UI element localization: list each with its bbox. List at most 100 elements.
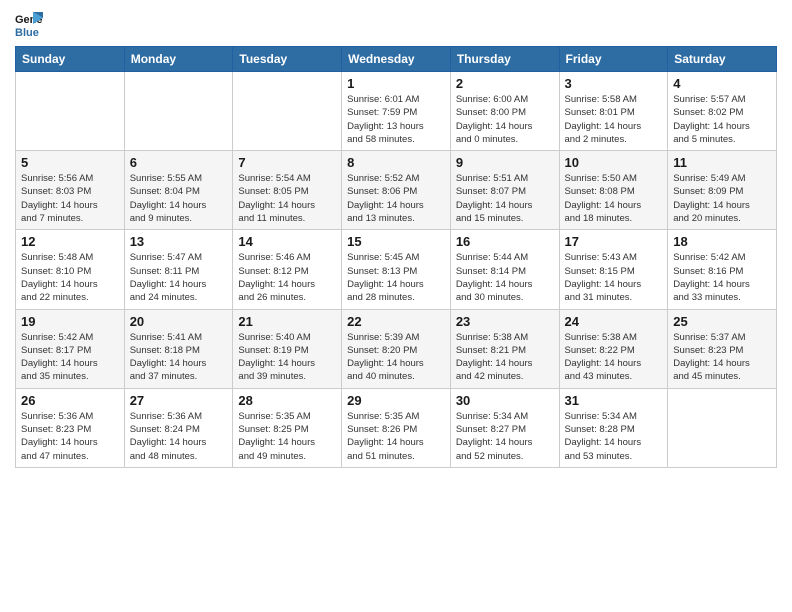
- day-info: Sunrise: 5:43 AM Sunset: 8:15 PM Dayligh…: [565, 251, 663, 304]
- calendar-day-header: Thursday: [450, 47, 559, 72]
- day-info: Sunrise: 6:00 AM Sunset: 8:00 PM Dayligh…: [456, 93, 554, 146]
- calendar-cell: 23 Sunrise: 5:38 AM Sunset: 8:21 PM Dayli…: [450, 309, 559, 388]
- day-info: Sunrise: 5:42 AM Sunset: 8:16 PM Dayligh…: [673, 251, 771, 304]
- calendar-cell: 2 Sunrise: 6:00 AM Sunset: 8:00 PM Daylig…: [450, 72, 559, 151]
- calendar-cell: 1 Sunrise: 6:01 AM Sunset: 7:59 PM Daylig…: [342, 72, 451, 151]
- day-info: Sunrise: 5:42 AM Sunset: 8:17 PM Dayligh…: [21, 331, 119, 384]
- day-number: 17: [565, 234, 663, 249]
- day-number: 3: [565, 76, 663, 91]
- calendar-cell: 30Sunrise: 5:34 AM Sunset: 8:27 PM Dayli…: [450, 388, 559, 467]
- day-info: Sunrise: 5:40 AM Sunset: 8:19 PM Dayligh…: [238, 331, 336, 384]
- day-info: Sunrise: 5:45 AM Sunset: 8:13 PM Dayligh…: [347, 251, 445, 304]
- day-info: Sunrise: 5:36 AM Sunset: 8:23 PM Dayligh…: [21, 410, 119, 463]
- day-number: 12: [21, 234, 119, 249]
- calendar-cell: 24 Sunrise: 5:38 AM Sunset: 8:22 PM Dayli…: [559, 309, 668, 388]
- day-number: 6: [130, 155, 228, 170]
- day-info: Sunrise: 5:58 AM Sunset: 8:01 PM Dayligh…: [565, 93, 663, 146]
- calendar-cell: 12 Sunrise: 5:48 AM Sunset: 8:10 PM Dayli…: [16, 230, 125, 309]
- day-number: 21: [238, 314, 336, 329]
- day-info: Sunrise: 5:35 AM Sunset: 8:25 PM Dayligh…: [238, 410, 336, 463]
- calendar-week-row: 12 Sunrise: 5:48 AM Sunset: 8:10 PM Dayli…: [16, 230, 777, 309]
- calendar-cell: 11 Sunrise: 5:49 AM Sunset: 8:09 PM Dayli…: [668, 151, 777, 230]
- calendar-day-header: Monday: [124, 47, 233, 72]
- calendar-day-header: Saturday: [668, 47, 777, 72]
- day-info: Sunrise: 5:38 AM Sunset: 8:21 PM Dayligh…: [456, 331, 554, 384]
- day-number: 28: [238, 393, 336, 408]
- calendar-cell: [124, 72, 233, 151]
- day-number: 8: [347, 155, 445, 170]
- calendar-cell: 13Sunrise: 5:47 AM Sunset: 8:11 PM Dayli…: [124, 230, 233, 309]
- day-number: 22: [347, 314, 445, 329]
- logo: General Blue: [15, 10, 47, 38]
- calendar-week-row: 26 Sunrise: 5:36 AM Sunset: 8:23 PM Dayli…: [16, 388, 777, 467]
- calendar-cell: 26 Sunrise: 5:36 AM Sunset: 8:23 PM Dayli…: [16, 388, 125, 467]
- day-number: 13: [130, 234, 228, 249]
- calendar-cell: 7 Sunrise: 5:54 AM Sunset: 8:05 PM Daylig…: [233, 151, 342, 230]
- calendar-day-header: Sunday: [16, 47, 125, 72]
- calendar-day-header: Tuesday: [233, 47, 342, 72]
- calendar-cell: 19 Sunrise: 5:42 AM Sunset: 8:17 PM Dayli…: [16, 309, 125, 388]
- calendar-cell: 22 Sunrise: 5:39 AM Sunset: 8:20 PM Dayli…: [342, 309, 451, 388]
- calendar-week-row: 1 Sunrise: 6:01 AM Sunset: 7:59 PM Daylig…: [16, 72, 777, 151]
- day-number: 16: [456, 234, 554, 249]
- calendar-cell: 10Sunrise: 5:50 AM Sunset: 8:08 PM Dayli…: [559, 151, 668, 230]
- day-number: 20: [130, 314, 228, 329]
- calendar-cell: 16 Sunrise: 5:44 AM Sunset: 8:14 PM Dayli…: [450, 230, 559, 309]
- calendar-cell: [233, 72, 342, 151]
- svg-text:Blue: Blue: [15, 27, 39, 38]
- day-info: Sunrise: 5:41 AM Sunset: 8:18 PM Dayligh…: [130, 331, 228, 384]
- calendar-cell: 28 Sunrise: 5:35 AM Sunset: 8:25 PM Dayli…: [233, 388, 342, 467]
- day-info: Sunrise: 5:34 AM Sunset: 8:28 PM Dayligh…: [565, 410, 663, 463]
- day-info: Sunrise: 5:49 AM Sunset: 8:09 PM Dayligh…: [673, 172, 771, 225]
- day-number: 23: [456, 314, 554, 329]
- day-number: 26: [21, 393, 119, 408]
- calendar-cell: 29 Sunrise: 5:35 AM Sunset: 8:26 PM Dayli…: [342, 388, 451, 467]
- day-info: Sunrise: 5:48 AM Sunset: 8:10 PM Dayligh…: [21, 251, 119, 304]
- day-info: Sunrise: 5:57 AM Sunset: 8:02 PM Dayligh…: [673, 93, 771, 146]
- day-number: 9: [456, 155, 554, 170]
- day-info: Sunrise: 5:35 AM Sunset: 8:26 PM Dayligh…: [347, 410, 445, 463]
- day-number: 2: [456, 76, 554, 91]
- calendar-cell: 18 Sunrise: 5:42 AM Sunset: 8:16 PM Dayli…: [668, 230, 777, 309]
- logo-icon: General Blue: [15, 10, 43, 38]
- day-number: 1: [347, 76, 445, 91]
- day-info: Sunrise: 5:52 AM Sunset: 8:06 PM Dayligh…: [347, 172, 445, 225]
- day-number: 11: [673, 155, 771, 170]
- calendar-day-header: Friday: [559, 47, 668, 72]
- day-info: Sunrise: 5:54 AM Sunset: 8:05 PM Dayligh…: [238, 172, 336, 225]
- day-number: 4: [673, 76, 771, 91]
- calendar-cell: 8 Sunrise: 5:52 AM Sunset: 8:06 PM Daylig…: [342, 151, 451, 230]
- day-info: Sunrise: 5:39 AM Sunset: 8:20 PM Dayligh…: [347, 331, 445, 384]
- day-number: 24: [565, 314, 663, 329]
- day-info: Sunrise: 5:46 AM Sunset: 8:12 PM Dayligh…: [238, 251, 336, 304]
- day-number: 27: [130, 393, 228, 408]
- day-info: Sunrise: 5:44 AM Sunset: 8:14 PM Dayligh…: [456, 251, 554, 304]
- calendar-table: SundayMondayTuesdayWednesdayThursdayFrid…: [15, 46, 777, 468]
- day-number: 19: [21, 314, 119, 329]
- day-info: Sunrise: 5:51 AM Sunset: 8:07 PM Dayligh…: [456, 172, 554, 225]
- calendar-cell: 4 Sunrise: 5:57 AM Sunset: 8:02 PM Daylig…: [668, 72, 777, 151]
- day-number: 7: [238, 155, 336, 170]
- calendar-cell: 21 Sunrise: 5:40 AM Sunset: 8:19 PM Dayli…: [233, 309, 342, 388]
- calendar-cell: [16, 72, 125, 151]
- calendar-day-header: Wednesday: [342, 47, 451, 72]
- day-info: Sunrise: 5:36 AM Sunset: 8:24 PM Dayligh…: [130, 410, 228, 463]
- calendar-cell: 14 Sunrise: 5:46 AM Sunset: 8:12 PM Dayli…: [233, 230, 342, 309]
- calendar-header-row: SundayMondayTuesdayWednesdayThursdayFrid…: [16, 47, 777, 72]
- calendar-cell: 20 Sunrise: 5:41 AM Sunset: 8:18 PM Dayli…: [124, 309, 233, 388]
- calendar-cell: 17 Sunrise: 5:43 AM Sunset: 8:15 PM Dayli…: [559, 230, 668, 309]
- calendar-cell: 31Sunrise: 5:34 AM Sunset: 8:28 PM Dayli…: [559, 388, 668, 467]
- calendar-cell: 27 Sunrise: 5:36 AM Sunset: 8:24 PM Dayli…: [124, 388, 233, 467]
- day-info: Sunrise: 6:01 AM Sunset: 7:59 PM Dayligh…: [347, 93, 445, 146]
- day-info: Sunrise: 5:38 AM Sunset: 8:22 PM Dayligh…: [565, 331, 663, 384]
- calendar-week-row: 5Sunrise: 5:56 AM Sunset: 8:03 PM Daylig…: [16, 151, 777, 230]
- day-number: 25: [673, 314, 771, 329]
- day-number: 14: [238, 234, 336, 249]
- day-number: 29: [347, 393, 445, 408]
- day-number: 30: [456, 393, 554, 408]
- day-number: 10: [565, 155, 663, 170]
- calendar-cell: 9 Sunrise: 5:51 AM Sunset: 8:07 PM Daylig…: [450, 151, 559, 230]
- day-info: Sunrise: 5:55 AM Sunset: 8:04 PM Dayligh…: [130, 172, 228, 225]
- day-number: 18: [673, 234, 771, 249]
- day-info: Sunrise: 5:56 AM Sunset: 8:03 PM Dayligh…: [21, 172, 119, 225]
